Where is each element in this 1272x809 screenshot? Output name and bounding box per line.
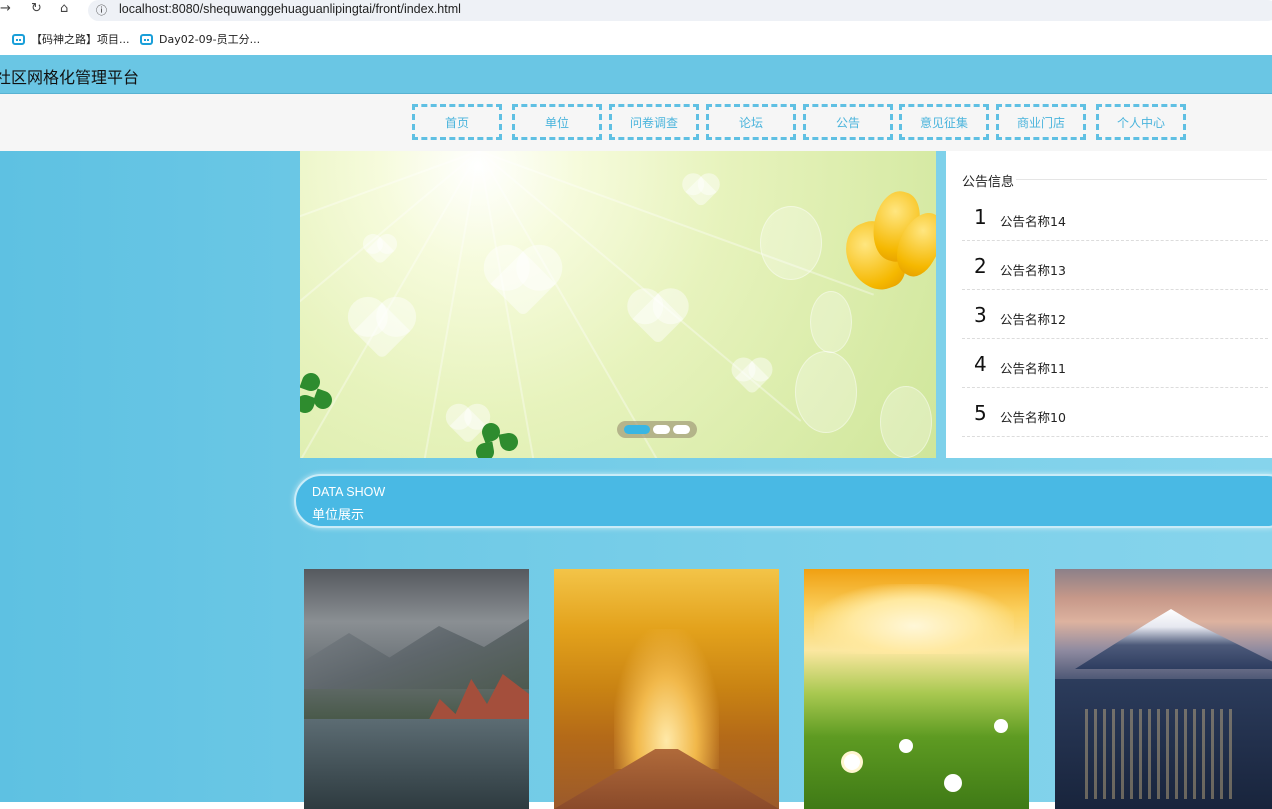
- nav-item-stores[interactable]: 商业门店: [996, 104, 1086, 140]
- notice-name[interactable]: 公告名称13: [1000, 260, 1066, 279]
- reload-icon[interactable]: ↻: [31, 1, 42, 16]
- carousel-dot[interactable]: [624, 425, 650, 434]
- forward-icon[interactable]: →: [0, 1, 11, 16]
- nav-item-profile[interactable]: 个人中心: [1096, 104, 1186, 140]
- nav-item-unit[interactable]: 单位: [512, 104, 602, 140]
- leaf-covered-road: [554, 749, 779, 809]
- home-icon[interactable]: ⌂: [60, 1, 68, 16]
- daisy-flower: [899, 739, 913, 753]
- notice-title: 公告信息: [962, 175, 1015, 190]
- url-text[interactable]: localhost:8080/shequwanggehuaguanlipingt…: [119, 2, 461, 16]
- heart-shape: [685, 176, 717, 208]
- heart-shape: [632, 293, 684, 345]
- notice-item[interactable]: 2 公告名称13: [962, 241, 1268, 290]
- light-ray: [300, 151, 480, 422]
- unit-card-lake-village[interactable]: [304, 569, 529, 809]
- heart-shape: [490, 251, 556, 317]
- nav-item-forum[interactable]: 论坛: [706, 104, 796, 140]
- carousel-dot[interactable]: [653, 425, 670, 434]
- notice-index: 5: [974, 401, 987, 425]
- unit-card-daisy-field[interactable]: [804, 569, 1029, 809]
- notice-item[interactable]: 3 公告名称12: [962, 290, 1268, 339]
- notice-index: 2: [974, 254, 987, 278]
- bookmarks-bar: 【码神之路】项目... Day02-09-员工分...: [0, 25, 1272, 53]
- notice-name[interactable]: 公告名称12: [1000, 309, 1066, 328]
- browser-toolbar: → ↻ ⌂ ⓘ localhost:8080/shequwanggehuagua…: [0, 0, 1272, 22]
- bilibili-icon: [140, 33, 153, 45]
- main-nav: 首页 单位 问卷调查 论坛 公告 意见征集 商业门店 个人中心: [0, 94, 1272, 151]
- city-lights: [1085, 709, 1235, 799]
- nav-item-feedback[interactable]: 意见征集: [899, 104, 989, 140]
- bookmark-item[interactable]: 【码神之路】项目...: [12, 31, 130, 47]
- site-header: 社区网格化管理平台: [0, 55, 1272, 94]
- notice-index: 4: [974, 352, 987, 376]
- mountain-shape: [304, 619, 529, 689]
- bubble-shape: [810, 291, 852, 353]
- site-title: 社区网格化管理平台: [0, 68, 140, 87]
- section-subtitle: DATA SHOW: [312, 485, 386, 499]
- notice-index: 1: [974, 205, 987, 229]
- daisy-flower: [994, 719, 1008, 733]
- site-info-icon[interactable]: ⓘ: [96, 2, 107, 18]
- nav-item-home[interactable]: 首页: [412, 104, 502, 140]
- bubble-shape: [795, 351, 857, 433]
- daisy-flower: [844, 754, 860, 770]
- carousel-dot[interactable]: [673, 425, 690, 434]
- clover-leaf: [474, 441, 496, 458]
- cloud-shape: [814, 584, 1014, 654]
- section-title: 单位展示: [312, 508, 365, 523]
- section-header-unit-show: DATA SHOW 单位展示: [294, 474, 1272, 528]
- notice-item[interactable]: 4 公告名称11: [962, 339, 1268, 388]
- notice-item[interactable]: 5 公告名称10: [962, 388, 1268, 437]
- bookmark-item[interactable]: Day02-09-员工分...: [140, 31, 260, 47]
- bubble-shape: [760, 206, 822, 280]
- notice-name[interactable]: 公告名称14: [1000, 211, 1066, 230]
- snow-mountain: [1075, 609, 1272, 669]
- notice-item[interactable]: 1 公告名称14: [962, 192, 1268, 241]
- light-tunnel: [614, 629, 719, 769]
- bilibili-icon: [12, 33, 25, 45]
- nav-item-survey[interactable]: 问卷调查: [609, 104, 699, 140]
- clover-leaf: [498, 431, 520, 453]
- bubble-shape: [880, 386, 932, 458]
- lake-water: [304, 719, 529, 809]
- notice-index: 3: [974, 303, 987, 327]
- heart-shape: [365, 236, 395, 266]
- unit-card-city-mountain[interactable]: [1055, 569, 1272, 809]
- bookmark-label: Day02-09-员工分...: [159, 33, 261, 46]
- heart-shape: [449, 407, 487, 445]
- banner-carousel[interactable]: [300, 151, 936, 458]
- unit-card-autumn-road[interactable]: [554, 569, 779, 809]
- bookmark-label: 【码神之路】项目...: [31, 33, 130, 46]
- notice-name[interactable]: 公告名称11: [1000, 358, 1066, 377]
- nav-item-notice[interactable]: 公告: [803, 104, 893, 140]
- notice-name[interactable]: 公告名称10: [1000, 407, 1066, 426]
- carousel-indicators: [617, 421, 697, 438]
- notice-panel: 公告信息 1 公告名称14 2 公告名称13 3 公告名称12 4 公告名称11…: [946, 151, 1272, 458]
- daisy-flower: [944, 774, 962, 792]
- address-bar[interactable]: ⓘ localhost:8080/shequwanggehuaguanlipin…: [88, 0, 1272, 21]
